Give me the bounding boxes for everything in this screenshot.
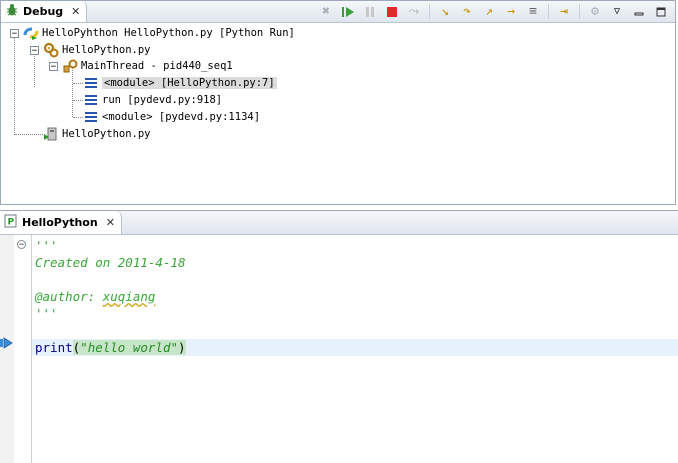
suspend-icon[interactable] [360, 3, 380, 21]
tree-item-label: run [pydevd.py:918] [102, 94, 223, 106]
stack-frame-icon [83, 109, 99, 125]
code-string: "hello world" [80, 340, 179, 355]
code-text: ''' [35, 306, 58, 321]
folding-gutter[interactable] [14, 235, 32, 463]
debug-toolbar: ✖ ⤳ ↘ ↷ ↗ → ≡ ⇥ ⚙ ▽ [316, 2, 671, 21]
code-keyword: print [35, 340, 73, 355]
code-area[interactable]: ''' Created on 2011-4-18 @author: xuqian… [32, 237, 678, 356]
tab-debug-label: Debug [23, 5, 64, 18]
toolbar-separator [548, 4, 549, 19]
code-text: ''' [35, 238, 58, 253]
code-line: @author: xuqiang [32, 288, 678, 305]
tree-item-thread[interactable]: − MainThread - pid440_seq1 [49, 58, 233, 74]
editor-view: P HelloPython ✕ − ''' Created on 2011-4-… [0, 210, 678, 463]
thread-icon[interactable]: ⚙ [585, 3, 605, 21]
thread-icon [62, 58, 78, 74]
tree-connector [73, 100, 83, 101]
debug-tree: − HelloPyhthon HelloPython.py [Python Ru… [1, 23, 675, 204]
code-line: ''' [32, 237, 678, 254]
tree-item-frame[interactable]: <module> [HelloPython.py:7] [83, 75, 277, 91]
stack-frame-icon [83, 75, 99, 91]
tree-item-process[interactable]: HelloPython.py [43, 126, 151, 142]
code-text: @author: [35, 289, 103, 304]
debug-tabbar: Debug ✕ ✖ ⤳ ↘ ↷ ↗ → ≡ ⇥ ⚙ ▽ [1, 1, 675, 23]
svg-text:P: P [8, 218, 15, 228]
toolbar-separator [429, 4, 430, 19]
code-text: Created on 2011-4-18 [35, 255, 186, 270]
tab-debug[interactable]: Debug ✕ [1, 1, 88, 22]
stack-frame-icon [83, 92, 99, 108]
process-icon [43, 126, 59, 142]
editor-tabbar: P HelloPython ✕ [0, 211, 678, 235]
tree-connector [73, 83, 83, 84]
tree-item-label: <module> [HelloPython.py:7] [102, 77, 277, 89]
tree-item-launch[interactable]: − HelloPyhthon HelloPython.py [Python Ru… [10, 25, 295, 41]
bug-icon [5, 3, 19, 20]
code-line: ''' [32, 305, 678, 322]
close-icon[interactable]: ✕ [71, 5, 80, 18]
tab-hellopython-label: HelloPython [22, 216, 98, 229]
collapse-toggle[interactable]: − [10, 28, 19, 38]
tree-item-label: <module> [pydevd.py:1134] [102, 111, 261, 123]
tree-item-frame[interactable]: <module> [pydevd.py:1134] [83, 109, 260, 125]
code-bracket: ) [178, 340, 186, 355]
close-icon[interactable]: ✕ [106, 216, 115, 229]
view-menu-icon[interactable]: ▽ [607, 3, 627, 21]
python-launch-icon [23, 25, 39, 41]
debug-target-icon [43, 42, 59, 58]
code-line: Created on 2011-4-18 [32, 254, 678, 271]
tab-hellopython[interactable]: P HelloPython ✕ [0, 211, 122, 234]
tree-connector [73, 117, 83, 118]
tree-connector [15, 134, 43, 135]
tree-connector [14, 35, 15, 135]
tree-item-frame[interactable]: run [pydevd.py:918] [83, 92, 222, 108]
remove-terminated-icon[interactable]: ✖ [316, 3, 336, 21]
step-over-icon[interactable]: ↷ [457, 3, 477, 21]
use-step-filters-icon[interactable]: ⇥ [554, 3, 574, 21]
maximize-icon[interactable] [651, 3, 671, 21]
disconnect-icon[interactable]: ⤳ [404, 3, 424, 21]
tree-item-label: HelloPython.py [62, 44, 151, 56]
terminate-icon[interactable] [382, 3, 402, 21]
current-line: print("hello world") [32, 339, 678, 356]
debug-view: Debug ✕ ✖ ⤳ ↘ ↷ ↗ → ≡ ⇥ ⚙ ▽ − HelloPyhth… [0, 0, 676, 205]
debug-current-instruction-icon [0, 337, 14, 352]
tree-connector [72, 67, 73, 117]
spelling-marked-word: xuqiang [102, 289, 156, 304]
toolbar-separator [579, 4, 580, 19]
step-filters-icon[interactable]: ≡ [523, 3, 543, 21]
python-file-icon: P [4, 214, 18, 231]
tree-item-label: MainThread - pid440_seq1 [81, 60, 233, 72]
tree-item-label: HelloPyhthon HelloPython.py [Python Run] [42, 27, 295, 39]
step-into-icon[interactable]: ↘ [435, 3, 455, 21]
resume-icon[interactable] [338, 3, 358, 21]
collapse-toggle[interactable]: − [49, 61, 58, 71]
minimize-icon[interactable] [629, 3, 649, 21]
step-return-icon[interactable]: ↗ [479, 3, 499, 21]
collapse-toggle[interactable]: − [30, 45, 39, 55]
fold-collapse-icon[interactable]: − [17, 240, 26, 250]
drop-to-frame-icon[interactable]: → [501, 3, 521, 21]
tree-item-label: HelloPython.py [62, 128, 151, 140]
tree-item-debug-target[interactable]: − HelloPython.py [30, 42, 151, 58]
